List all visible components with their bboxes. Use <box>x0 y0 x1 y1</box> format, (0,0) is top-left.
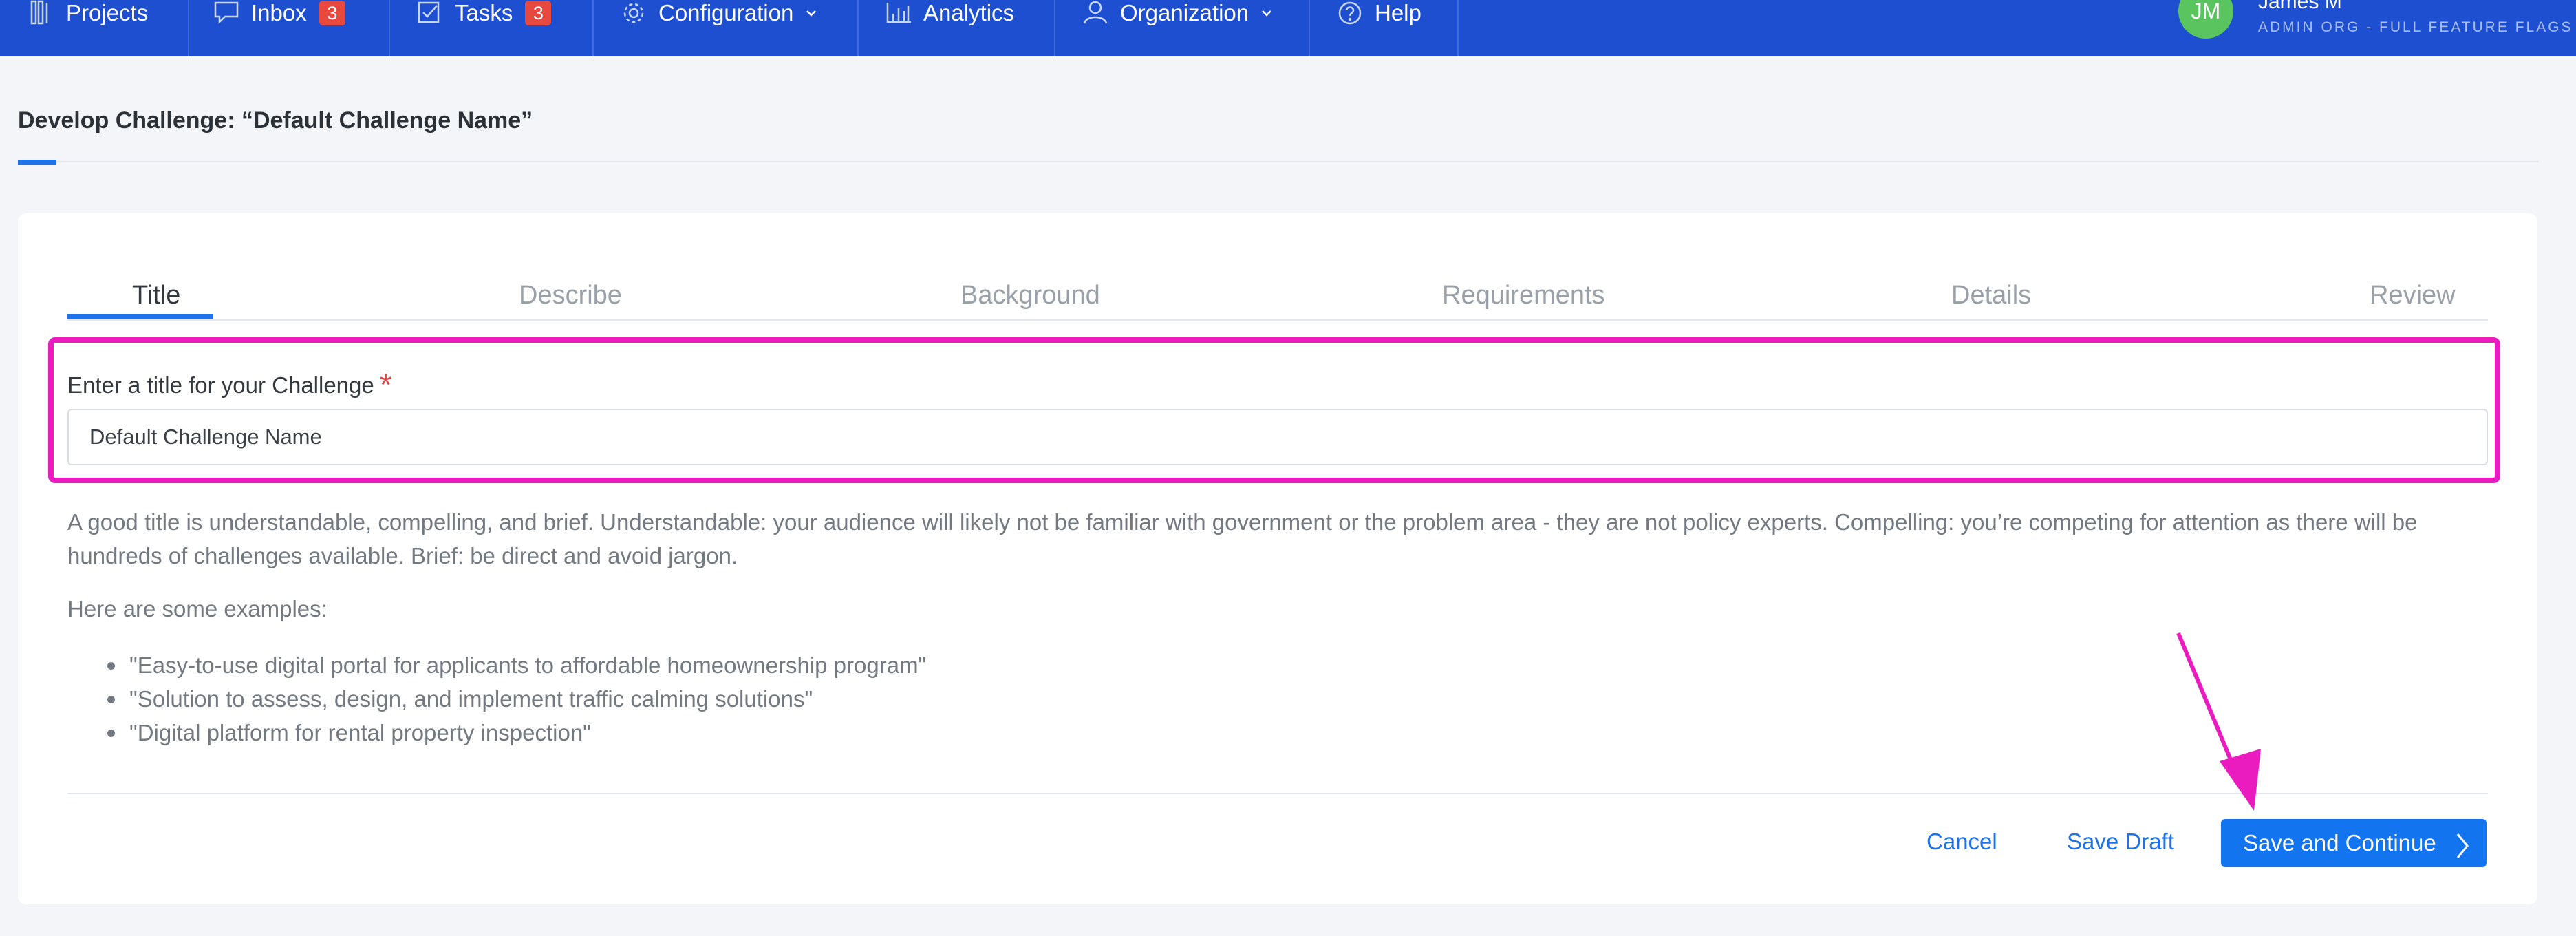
example-text: "Solution to assess, design, and impleme… <box>129 686 813 712</box>
tasks-icon <box>416 0 445 26</box>
nav-item-organization[interactable]: Organization <box>1055 0 1310 56</box>
title-field-label-text: Enter a title for your Challenge <box>67 372 374 398</box>
bullet-icon <box>107 662 115 670</box>
page-title-accent <box>18 160 56 165</box>
list-item: "Easy-to-use digital portal for applican… <box>67 648 926 682</box>
active-tab-indicator <box>67 314 213 319</box>
save-and-continue-label: Save and Continue <box>2243 830 2436 855</box>
nav-item-help[interactable]: Help <box>1310 0 1459 56</box>
tab-title[interactable]: Title <box>132 281 180 310</box>
help-icon <box>1336 0 1365 26</box>
tab-background[interactable]: Background <box>960 281 1100 310</box>
user-icon <box>1082 0 1110 26</box>
bar-chart-icon <box>885 0 914 26</box>
nav-item-inbox[interactable]: Inbox 3 <box>189 0 390 56</box>
chevron-down-icon <box>1260 0 1274 26</box>
projects-icon <box>28 0 56 26</box>
nav-label-configuration: Configuration <box>658 0 794 25</box>
main-nav: Projects Inbox 3 Tasks 3 Configuration A… <box>0 0 1459 56</box>
example-text: "Digital platform for rental property in… <box>129 720 591 745</box>
title-field-label: Enter a title for your Challenge * <box>67 363 392 403</box>
top-nav-bar: Projects Inbox 3 Tasks 3 Configuration A… <box>0 0 2576 56</box>
inbox-icon <box>213 0 242 26</box>
tab-requirements[interactable]: Requirements <box>1442 281 1605 310</box>
user-org: ADMIN ORG - FULL FEATURE FLAGS <box>2258 19 2573 35</box>
chevron-right-icon <box>2454 829 2471 858</box>
form-footer-divider <box>67 793 2488 794</box>
required-indicator: * <box>379 367 392 403</box>
page-title-divider <box>18 161 2539 162</box>
page-title: Develop Challenge: “Default Challenge Na… <box>18 107 533 134</box>
examples-intro: Here are some examples: <box>67 596 328 621</box>
nav-label-organization: Organization <box>1120 0 1249 25</box>
nav-label-help: Help <box>1375 0 1421 25</box>
bullet-icon <box>107 696 115 703</box>
examples-list: "Easy-to-use digital portal for applican… <box>67 648 926 749</box>
tab-describe[interactable]: Describe <box>519 281 622 310</box>
save-draft-button[interactable]: Save Draft <box>2067 829 2174 855</box>
nav-item-projects[interactable]: Projects <box>0 0 189 56</box>
gear-icon <box>620 0 649 26</box>
title-help-text: A good title is understandable, compelli… <box>67 509 2418 568</box>
tab-review[interactable]: Review <box>2370 281 2456 310</box>
example-text: "Easy-to-use digital portal for applican… <box>129 652 927 678</box>
nav-label-projects: Projects <box>66 0 149 25</box>
nav-item-configuration[interactable]: Configuration <box>594 0 859 56</box>
nav-label-inbox: Inbox <box>251 0 307 25</box>
cancel-button[interactable]: Cancel <box>1926 829 1997 855</box>
inbox-count-badge: 3 <box>319 1 345 25</box>
nav-label-analytics: Analytics <box>923 0 1015 25</box>
nav-item-analytics[interactable]: Analytics <box>859 0 1055 56</box>
user-name: James M <box>2258 0 2342 13</box>
tab-details[interactable]: Details <box>1951 281 2031 310</box>
nav-label-tasks: Tasks <box>455 0 513 25</box>
challenge-title-input[interactable] <box>67 409 2488 465</box>
avatar: JM <box>2178 0 2233 39</box>
chevron-down-icon <box>804 0 818 26</box>
annotation-arrow-icon <box>2160 626 2271 819</box>
nav-item-tasks[interactable]: Tasks 3 <box>390 0 594 56</box>
challenge-form-card: Title Describe Background Requirements D… <box>18 213 2537 904</box>
list-item: "Solution to assess, design, and impleme… <box>67 682 926 716</box>
list-item: "Digital platform for rental property in… <box>67 716 926 749</box>
tasks-count-badge: 3 <box>525 1 552 25</box>
wizard-tabs: Title Describe Background Requirements D… <box>67 241 2488 321</box>
save-and-continue-button[interactable]: Save and Continue <box>2221 819 2487 867</box>
bullet-icon <box>107 730 115 737</box>
